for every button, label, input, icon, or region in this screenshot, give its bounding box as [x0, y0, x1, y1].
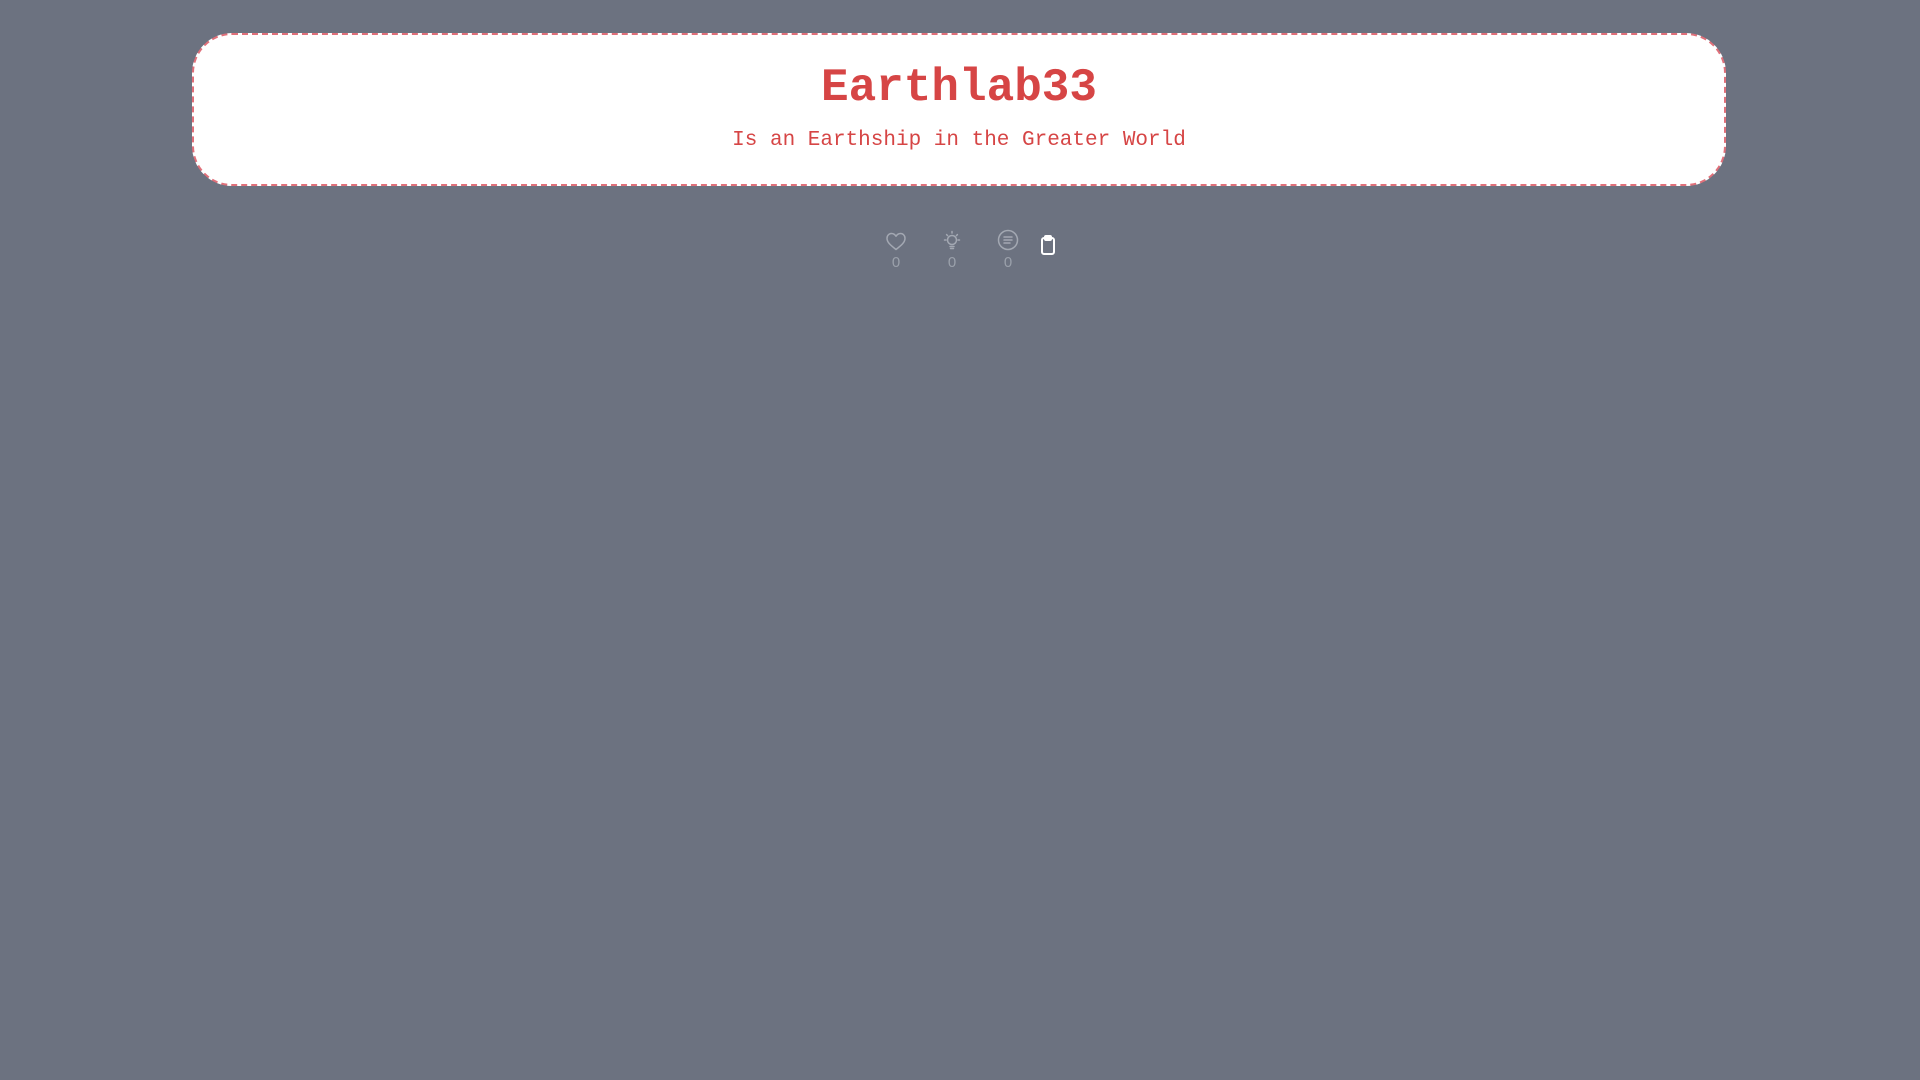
page-title: Earthlab33 [820, 62, 1098, 114]
list-circle-icon [997, 229, 1019, 251]
header-card: Earthlab33 Is an Earthship in the Greate… [192, 33, 1726, 186]
reaction-bar: 0 0 0 [868, 229, 1068, 277]
comment-count: 0 [1003, 254, 1013, 271]
idea-count: 0 [947, 254, 957, 271]
idea-button[interactable]: 0 [924, 229, 980, 272]
like-count: 0 [891, 254, 901, 271]
clipboard-icon [1041, 235, 1055, 255]
like-button[interactable]: 0 [868, 229, 924, 272]
page: Earthlab33 Is an Earthship in the Greate… [0, 0, 1920, 1080]
lightbulb-icon [943, 230, 961, 250]
heart-icon [886, 232, 906, 251]
copy-button[interactable] [1028, 229, 1068, 257]
page-subtitle: Is an Earthship in the Greater World [732, 128, 1186, 152]
